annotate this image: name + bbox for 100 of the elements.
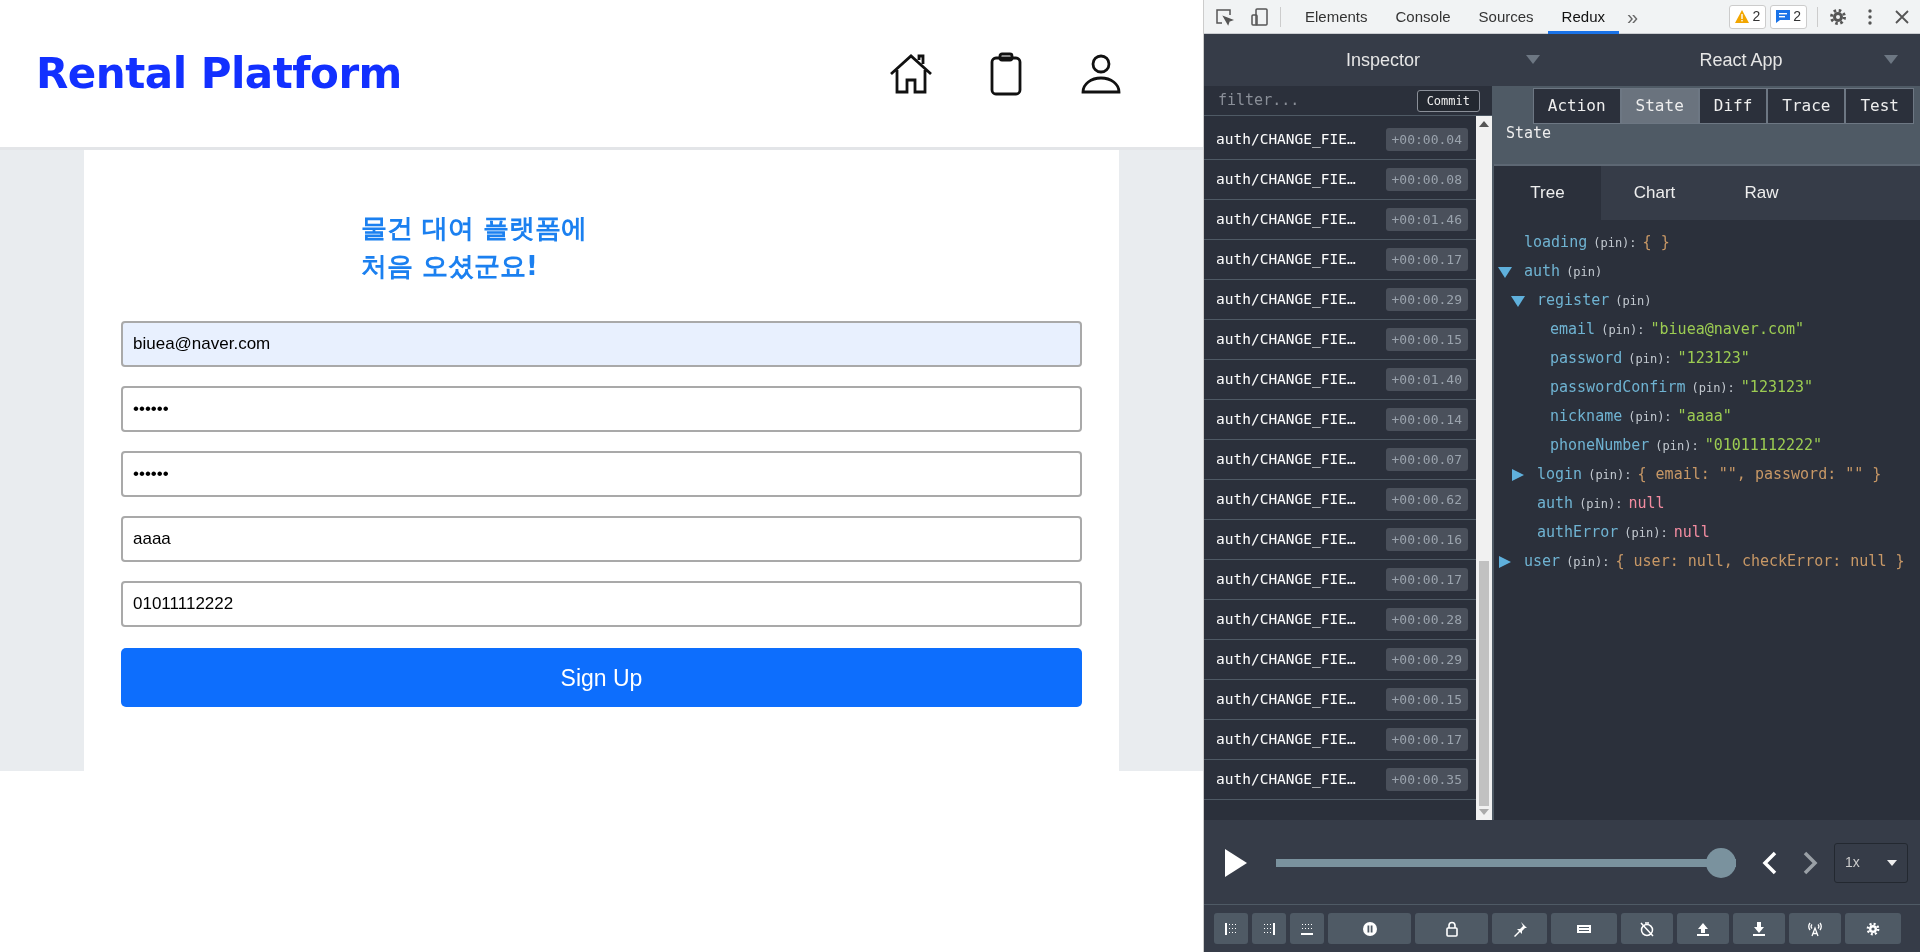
pause-button[interactable]: [1328, 913, 1411, 944]
action-time: +00:00.07: [1385, 447, 1468, 472]
action-row[interactable]: auth/CHANGE_FIE… +00:00.17: [1204, 720, 1476, 760]
devtools-tab[interactable]: Elements: [1291, 0, 1382, 34]
filter-field[interactable]: filter...: [1216, 88, 1417, 113]
action-row[interactable]: auth/CHANGE_FIE… +00:00.07: [1204, 440, 1476, 480]
lock-button[interactable]: [1415, 913, 1488, 944]
action-row[interactable]: auth/CHANGE_FIE… +00:00.08: [1204, 160, 1476, 200]
action-row[interactable]: auth/CHANGE_FIE… +00:00.62: [1204, 480, 1476, 520]
scrollbar-thumb[interactable]: [1479, 561, 1489, 806]
tree-entry[interactable]: auth (pin): [1524, 260, 1609, 283]
action-time: +00:01.46: [1385, 207, 1468, 232]
devtools-tab[interactable]: Console: [1381, 0, 1465, 34]
action-time: +00:01.40: [1385, 367, 1468, 392]
commit-button[interactable]: Commit: [1416, 89, 1480, 112]
tree-entry[interactable]: login (pin): { email: "", password: "" }: [1537, 463, 1882, 486]
more-tabs-button[interactable]: »: [1626, 1, 1639, 32]
action-row[interactable]: auth/CHANGE_FIE… +00:00.04: [1204, 120, 1476, 160]
monitor-tab[interactable]: Diff: [1698, 88, 1768, 124]
action-name: auth/CHANGE_FIE…: [1216, 329, 1356, 350]
heading-line: 물건 대여 플랫폼에: [361, 212, 589, 245]
messages-counter[interactable]: 2: [1770, 4, 1807, 29]
timer-off-button[interactable]: [1621, 913, 1673, 944]
caret-icon: [1884, 55, 1898, 64]
play-icon[interactable]: [1224, 847, 1248, 878]
action-name: auth/CHANGE_FIE…: [1216, 129, 1356, 150]
action-row[interactable]: auth/CHANGE_FIE… +00:01.46: [1204, 200, 1476, 240]
input-field[interactable]: 01011112222: [121, 581, 1082, 628]
dock-left-button[interactable]: [1214, 913, 1248, 944]
action-time: +00:00.28: [1385, 607, 1468, 632]
view-tab[interactable]: Chart: [1601, 166, 1708, 220]
settings-icon[interactable]: [1828, 6, 1848, 27]
action-row[interactable]: auth/CHANGE_FIE… +00:00.35: [1204, 760, 1476, 800]
slider-thumb[interactable]: [1706, 847, 1736, 878]
instance-select[interactable]: Inspector: [1204, 34, 1562, 86]
dock-right-button[interactable]: [1252, 913, 1286, 944]
sign-up-button[interactable]: Sign Up: [121, 648, 1082, 708]
tree-entry[interactable]: register (pin): [1537, 289, 1658, 312]
expanded-arrow-icon[interactable]: [1511, 294, 1525, 307]
input-field[interactable]: ••••••: [121, 451, 1082, 498]
instance-select[interactable]: React App: [1562, 34, 1920, 86]
monitor-tab[interactable]: State: [1620, 88, 1699, 124]
devtools-tab[interactable]: Sources: [1464, 0, 1548, 34]
tree-entry: authError (pin): null: [1537, 522, 1710, 544]
action-time: +00:00.16: [1385, 527, 1468, 552]
action-name: auth/CHANGE_FIE…: [1216, 689, 1356, 710]
action-row[interactable]: auth/CHANGE_FIE… +00:00.28: [1204, 600, 1476, 640]
broadcast-icon: [1807, 920, 1823, 937]
action-row[interactable]: auth/CHANGE_FIE… +00:00.17: [1204, 560, 1476, 600]
scroll-up-icon[interactable]: [1479, 120, 1489, 128]
view-tab[interactable]: Tree: [1494, 166, 1601, 220]
upload-button[interactable]: [1677, 913, 1729, 944]
action-row[interactable]: auth/CHANGE_FIE… +00:00.29: [1204, 640, 1476, 680]
action-row[interactable]: auth/CHANGE_FIE… +00:01.40: [1204, 360, 1476, 400]
download-button[interactable]: [1733, 913, 1785, 944]
monitor-tab[interactable]: Test: [1845, 88, 1914, 124]
inspect-icon[interactable]: [1214, 6, 1234, 27]
collapsed-arrow-icon[interactable]: [1511, 468, 1525, 481]
action-time: +00:00.14: [1385, 407, 1468, 432]
action-row[interactable]: auth/CHANGE_FIE… +00:00.14: [1204, 400, 1476, 440]
action-name: auth/CHANGE_FIE…: [1216, 409, 1356, 430]
monitor-tab[interactable]: Action: [1532, 88, 1621, 124]
action-row[interactable]: auth/CHANGE_FIE… +00:00.16: [1204, 520, 1476, 560]
tree-entry: loading (pin): { }: [1524, 232, 1670, 254]
action-row[interactable]: auth/CHANGE_FIE… +00:00.15: [1204, 320, 1476, 360]
input-field[interactable]: biuea@naver.com: [121, 321, 1082, 368]
input-field[interactable]: aaaa: [121, 516, 1082, 563]
action-name: auth/CHANGE_FIE…: [1216, 529, 1356, 550]
collapsed-arrow-icon[interactable]: [1498, 555, 1512, 568]
monitor-tab[interactable]: Trace: [1767, 88, 1846, 124]
tree-entry: passwordConfirm (pin): "123123": [1550, 377, 1814, 399]
lock-icon: [1443, 920, 1460, 937]
scrollbar[interactable]: [1476, 116, 1492, 820]
speed-select[interactable]: 1x: [1834, 842, 1908, 883]
dock-bottom-button[interactable]: [1290, 913, 1324, 944]
view-tab[interactable]: Raw: [1708, 166, 1815, 220]
device-icon[interactable]: [1250, 6, 1270, 27]
action-name: auth/CHANGE_FIE…: [1216, 449, 1356, 470]
pin-button[interactable]: [1492, 913, 1547, 944]
tree-entry: nickname (pin): "aaaa": [1550, 406, 1732, 428]
warnings-counter[interactable]: 2: [1729, 4, 1767, 29]
action-row[interactable]: auth/CHANGE_FIE… +00:00.17: [1204, 240, 1476, 280]
tree-entry[interactable]: user (pin): { user: null, checkError: null }: [1524, 550, 1905, 573]
speed-value: 1x: [1845, 853, 1860, 872]
action-name: auth/CHANGE_FIE…: [1216, 209, 1356, 230]
tree-entry: auth (pin): null: [1537, 493, 1665, 515]
input-field[interactable]: ••••••: [121, 386, 1082, 433]
layout-icon: [1223, 920, 1239, 937]
warning-icon: [1735, 10, 1750, 23]
settings-button[interactable]: [1845, 913, 1901, 944]
remote-button[interactable]: [1789, 913, 1841, 944]
action-row[interactable]: auth/CHANGE_FIE… +00:00.15: [1204, 680, 1476, 720]
action-name: auth/CHANGE_FIE…: [1216, 609, 1356, 630]
brand-title[interactable]: Rental Platform: [36, 42, 402, 105]
keyboard-button[interactable]: [1551, 913, 1617, 944]
action-time: +00:00.29: [1385, 287, 1468, 312]
expanded-arrow-icon[interactable]: [1498, 265, 1512, 278]
action-name: auth/CHANGE_FIE…: [1216, 169, 1356, 190]
action-row[interactable]: auth/CHANGE_FIE… +00:00.29: [1204, 280, 1476, 320]
warning-count: 2: [1752, 7, 1761, 26]
